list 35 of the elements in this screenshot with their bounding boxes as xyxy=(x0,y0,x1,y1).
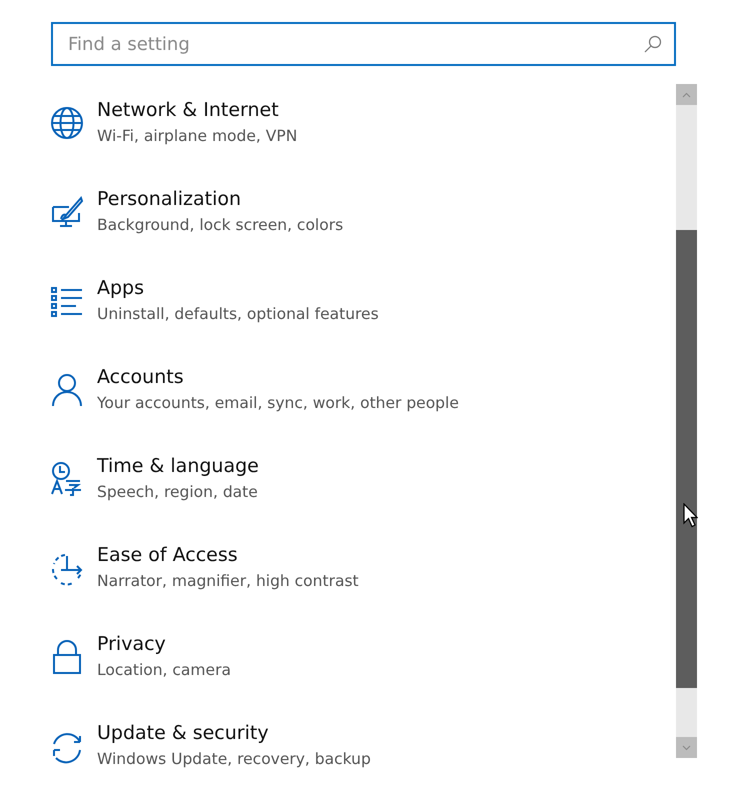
search-icon[interactable] xyxy=(644,35,662,53)
settings-category[interactable]: Accounts Your accounts, email, sync, work, other people xyxy=(49,365,459,414)
settings-category[interactable]: Ease of Access Narrator, magnifier, high contrast xyxy=(49,543,359,592)
category-description: Speech, region, date xyxy=(97,482,259,503)
mouse-pointer-icon xyxy=(683,503,698,528)
search-field[interactable]: Find a setting xyxy=(51,22,676,66)
settings-category[interactable]: Update & security Windows Update, recovery, backup xyxy=(49,721,371,770)
category-title: Accounts xyxy=(97,365,185,389)
category-title: Ease of Access xyxy=(97,543,239,567)
category-title: Privacy xyxy=(97,632,167,656)
scroll-up-button[interactable] xyxy=(676,84,697,105)
category-title: Update & security xyxy=(97,721,270,745)
category-title: Time & language xyxy=(97,454,259,478)
category-description: Uninstall, defaults, optional features xyxy=(97,304,379,325)
category-title: Apps xyxy=(97,276,146,300)
up-chevron-icon[interactable] xyxy=(682,92,691,98)
down-chevron-icon[interactable] xyxy=(682,744,691,750)
screen-with-brush-icon xyxy=(49,194,85,230)
scrollbar-thumb[interactable] xyxy=(676,230,697,688)
settings-category[interactable]: Apps Uninstall, defaults, optional features xyxy=(49,276,379,325)
category-description: Wi-Fi, airplane mode, VPN xyxy=(97,126,298,147)
settings-category[interactable]: Personalization Background, lock screen, colors xyxy=(49,187,344,236)
settings-category[interactable]: Privacy Location, camera xyxy=(49,632,231,681)
category-description: Narrator, magnifier, high contrast xyxy=(97,571,359,592)
category-description: Location, camera xyxy=(97,660,231,681)
person-icon xyxy=(49,372,85,408)
category-description: Your accounts, email, sync, work, other people xyxy=(97,393,459,414)
scroll-down-button[interactable] xyxy=(676,737,697,758)
category-description: Background, lock screen, colors xyxy=(97,215,344,236)
globe-icon xyxy=(49,104,85,140)
category-title: Network & Internet xyxy=(97,98,280,122)
category-description: Windows Update, recovery, backup xyxy=(97,749,371,770)
settings-category[interactable]: Time & language Speech, region, date xyxy=(49,454,259,503)
settings-category[interactable]: Network & Internet Wi-Fi, airplane mode, VPN xyxy=(49,98,298,147)
category-title: Personalization xyxy=(97,187,242,211)
